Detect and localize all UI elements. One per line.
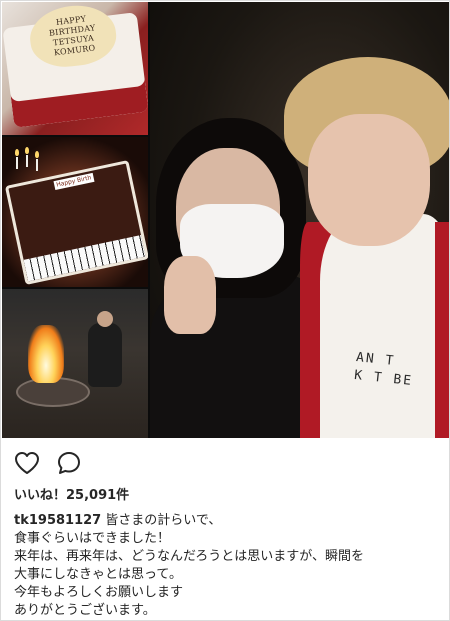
caption-text-line: ありがとうございます。 <box>14 603 156 618</box>
like-button[interactable] <box>13 449 41 477</box>
person-crouching <box>88 311 122 387</box>
photo-piano-cake: Happy Birth <box>2 137 148 287</box>
shirt-print: AN T K T BE <box>353 349 415 391</box>
candle-flame <box>15 149 19 156</box>
peace-sign-hand <box>164 256 216 334</box>
heart-outline-icon <box>15 452 39 474</box>
photo-birthday-cake: HAPPY BIRTHDAY TETSUYA KOMURO <box>2 2 148 135</box>
caption-first-line: tk19581127 皆さまの計らいで、 <box>14 512 438 530</box>
instagram-post: HAPPY BIRTHDAY TETSUYA KOMURO Happy Birt… <box>0 0 450 621</box>
candle <box>26 155 28 167</box>
post-action-bar <box>13 449 83 477</box>
candle <box>16 157 18 169</box>
man-shirt <box>320 214 449 438</box>
photo-portrait-couple: AN T K T BE <box>150 2 449 438</box>
like-count[interactable]: いいね！25,091件 <box>14 484 129 503</box>
candle-flame <box>35 151 39 158</box>
man-face <box>308 114 430 246</box>
caption-text-line: 来年は、再来年は、どうなんだろうとは思いますが、瞬間を <box>14 549 364 564</box>
photo-bonfire <box>2 289 148 438</box>
candle-flame <box>25 147 29 154</box>
post-caption: tk19581127 皆さまの計らいで、 食事ぐらいはできました！ 来年は、再来年… <box>14 512 438 620</box>
post-photo-collage[interactable]: HAPPY BIRTHDAY TETSUYA KOMURO Happy Birt… <box>2 2 449 438</box>
comment-button[interactable] <box>55 449 83 477</box>
caption-text-line: 食事ぐらいはできました！ <box>14 531 171 546</box>
candle <box>36 159 38 171</box>
speech-bubble-icon <box>58 452 80 474</box>
piano-keys <box>23 234 146 282</box>
caption-text-line: 大事にしなきゃとは思って。 <box>14 567 182 582</box>
caption-text-line: 皆さまの計らいで、 <box>105 513 222 528</box>
fire-flames <box>28 325 64 383</box>
red-jacket-right <box>435 222 449 438</box>
caption-username[interactable]: tk19581127 <box>14 513 101 528</box>
caption-text-line: 今年もよろしくお願いします <box>14 585 184 600</box>
